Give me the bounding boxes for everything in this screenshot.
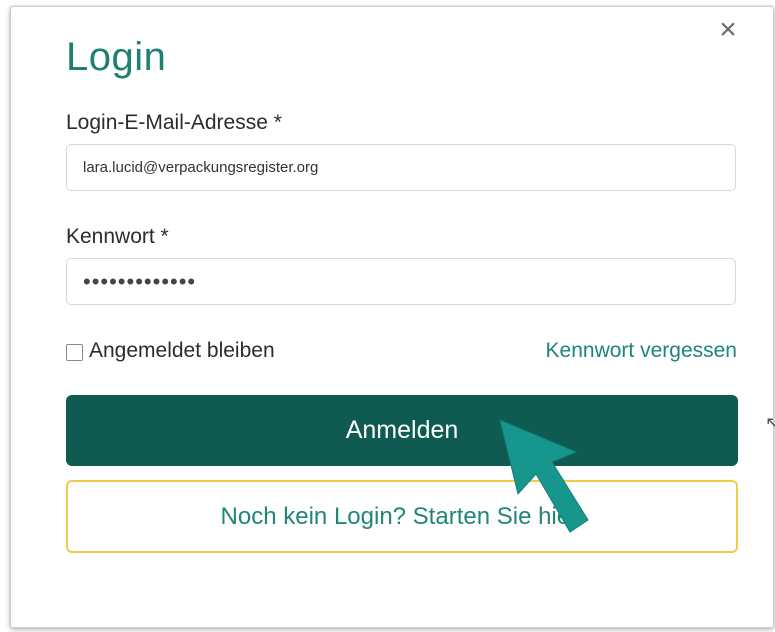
password-field[interactable] [66,258,736,305]
remember-me[interactable]: Angemeldet bleiben [66,339,275,363]
email-field[interactable] [66,144,736,191]
login-dialog: × Login Login-E-Mail-Adresse * Kennwort … [10,6,774,628]
remember-checkbox[interactable] [66,344,83,361]
remember-label: Angemeldet bleiben [89,339,275,362]
password-label: Kennwort * [66,225,169,248]
close-icon[interactable]: × [713,15,743,45]
left-arrow-icon: ↖ [765,413,775,433]
register-button[interactable]: Noch kein Login? Starten Sie hier. [66,480,738,553]
email-label: Login-E-Mail-Adresse * [66,111,282,134]
login-button[interactable]: Anmelden [66,395,738,466]
forgot-password-link[interactable]: Kennwort vergessen [546,339,737,363]
screen: × Login Login-E-Mail-Adresse * Kennwort … [0,0,775,632]
dialog-title: Login [66,35,167,79]
